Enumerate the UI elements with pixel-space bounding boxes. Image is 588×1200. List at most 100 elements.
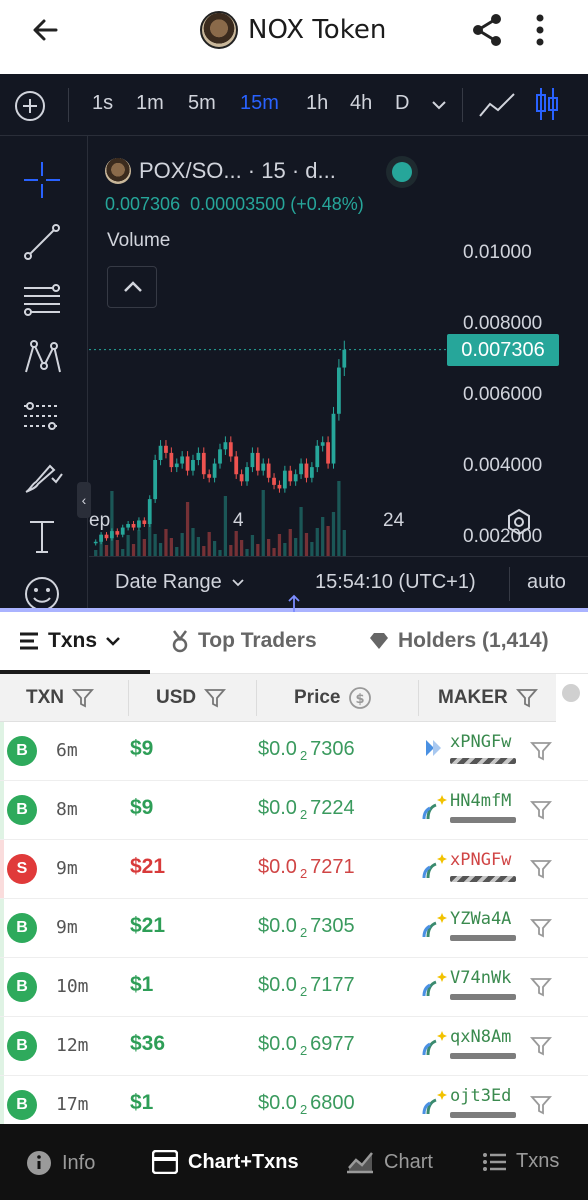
column-usd[interactable]: USD — [156, 674, 227, 722]
candle-body — [331, 413, 336, 464]
crosshair-tool[interactable] — [20, 158, 64, 202]
maker-address-link[interactable]: HN4mfM — [450, 791, 511, 811]
volume-bar — [137, 530, 141, 556]
add-indicator-icon[interactable] — [14, 90, 46, 122]
collapse-legend-button[interactable] — [107, 266, 157, 308]
x-tick-label: 24 — [383, 510, 405, 531]
share-button[interactable] — [468, 10, 508, 50]
tab-top-traders[interactable]: Top Traders — [170, 626, 317, 656]
nav-txns[interactable]: Txns — [482, 1150, 559, 1173]
chart-widget: 1s 1m 5m 15m 1h 4h D POX/SO... · 15 · d.… — [0, 74, 588, 611]
brush-tool[interactable] — [20, 454, 64, 498]
volume-bar — [121, 549, 125, 556]
timeframe-D[interactable]: D — [395, 92, 409, 115]
sparkle-wallet-icon — [422, 795, 447, 820]
candle-body — [212, 463, 217, 478]
table-row[interactable]: B 9m $21 $0.0 2 7305 YZWa4A — [0, 899, 588, 958]
volume-bar — [212, 541, 217, 556]
txn-price-zero-count: 2 — [299, 1043, 308, 1058]
timeframe-5m[interactable]: 5m — [188, 92, 216, 115]
filter-icon[interactable] — [530, 917, 552, 939]
candle-body — [320, 442, 325, 446]
scroll-left-handle[interactable]: ‹ — [77, 482, 91, 518]
volume-bar — [196, 537, 201, 556]
nav-chart[interactable]: Chart — [346, 1150, 433, 1174]
table-row[interactable]: B 8m $9 $0.0 2 7224 HN4mfM — [0, 781, 588, 840]
timeframe-4h[interactable]: 4h — [350, 92, 372, 115]
title-group: NOX Token — [200, 10, 386, 50]
column-price[interactable]: Price $ — [294, 674, 372, 722]
candle-body — [293, 474, 298, 482]
more-button[interactable] — [525, 10, 555, 50]
back-button[interactable] — [26, 10, 66, 50]
chart-clock[interactable]: 15:54:10 (UTC+1) — [315, 571, 476, 594]
filter-icon[interactable] — [530, 976, 552, 998]
txn-usd: $36 — [130, 1032, 166, 1055]
table-row[interactable]: B 12m $36 $0.0 2 6977 qxN8Am — [0, 1017, 588, 1076]
pattern-tool[interactable] — [20, 336, 64, 380]
maker-address-link[interactable]: xPNGFw — [450, 850, 511, 870]
txn-price-prefix: $0.0 — [258, 856, 297, 878]
filter-icon[interactable] — [530, 858, 552, 880]
txn-age: 9m — [56, 917, 78, 938]
price-chart-plot[interactable]: POX/SO... · 15 · d... 0.007306 0.0000350… — [77, 136, 588, 608]
timeframe-15m[interactable]: 15m — [240, 92, 279, 115]
maker-address-link[interactable]: qxN8Am — [450, 1027, 511, 1047]
txn-age: 17m — [56, 1094, 89, 1115]
pair-logo-icon — [105, 158, 131, 184]
table-row[interactable]: S 9m $21 $0.0 2 7271 xPNGFw — [0, 840, 588, 899]
timeframe-1s[interactable]: 1s — [92, 92, 113, 115]
candle-body — [272, 477, 276, 485]
volume-bar — [229, 545, 233, 556]
tab-holders[interactable]: Holders (1,414) — [368, 626, 549, 656]
volume-bar — [256, 544, 260, 556]
filter-icon[interactable] — [515, 687, 538, 709]
txn-type-badge: B — [7, 795, 37, 825]
auto-scale-button[interactable]: auto — [527, 571, 566, 594]
fib-tool[interactable] — [20, 278, 64, 322]
date-range-label: Date Range — [115, 571, 222, 593]
legend-pair-label: POX/SO... · 15 · d... — [139, 158, 336, 183]
measure-tool[interactable] — [20, 394, 64, 438]
filter-icon[interactable] — [204, 687, 227, 709]
row-side-edge — [0, 781, 4, 839]
timeframe-1m[interactable]: 1m — [136, 92, 164, 115]
volume-bar — [158, 543, 163, 556]
txn-price: $0.0 2 6977 — [258, 1033, 355, 1058]
column-maker[interactable]: MAKER — [438, 674, 538, 722]
column-txn[interactable]: TXN — [26, 674, 94, 722]
filter-icon[interactable] — [530, 799, 552, 821]
volume-bar — [99, 536, 103, 556]
candle-chart-type-icon[interactable] — [532, 86, 562, 122]
chart-txns-icon — [152, 1150, 178, 1174]
maker-address-link[interactable]: ojt3Ed — [450, 1086, 511, 1106]
filter-icon[interactable] — [530, 740, 552, 762]
txn-price-zero-count: 2 — [299, 866, 308, 881]
text-tool[interactable] — [20, 514, 64, 558]
trendline-tool[interactable] — [20, 220, 64, 264]
candle-body — [180, 456, 185, 464]
timeframe-1h[interactable]: 1h — [306, 92, 328, 115]
volume-bar — [342, 530, 346, 556]
bottom-separator — [509, 567, 510, 601]
tab-txns[interactable]: Txns — [18, 626, 121, 656]
filter-icon[interactable] — [530, 1094, 552, 1116]
table-row[interactable]: B 6m $9 $0.0 2 7306 xPNGFw — [0, 722, 588, 781]
line-chart-type-icon[interactable] — [478, 90, 518, 120]
nav-chart-txns[interactable]: Chart+Txns — [152, 1150, 299, 1174]
volume-bar — [126, 535, 130, 556]
chart-settings-button[interactable] — [505, 508, 533, 536]
maker-address-link[interactable]: xPNGFw — [450, 732, 511, 752]
candle-body — [137, 520, 141, 528]
maker-address-link[interactable]: V74nWk — [450, 968, 511, 988]
date-range-button[interactable]: Date Range — [115, 571, 245, 594]
nav-info[interactable]: Info — [26, 1150, 95, 1176]
chevron-down-icon[interactable] — [430, 98, 448, 112]
filter-icon[interactable] — [72, 687, 94, 709]
scroll-indicator[interactable] — [562, 684, 580, 702]
filter-icon[interactable] — [530, 1035, 552, 1057]
maker-address-link[interactable]: YZWa4A — [450, 909, 511, 929]
crosshair-icon — [24, 162, 60, 198]
table-row[interactable]: B 10m $1 $0.0 2 7177 V74nWk — [0, 958, 588, 1017]
dollar-circle-icon[interactable]: $ — [348, 686, 372, 710]
